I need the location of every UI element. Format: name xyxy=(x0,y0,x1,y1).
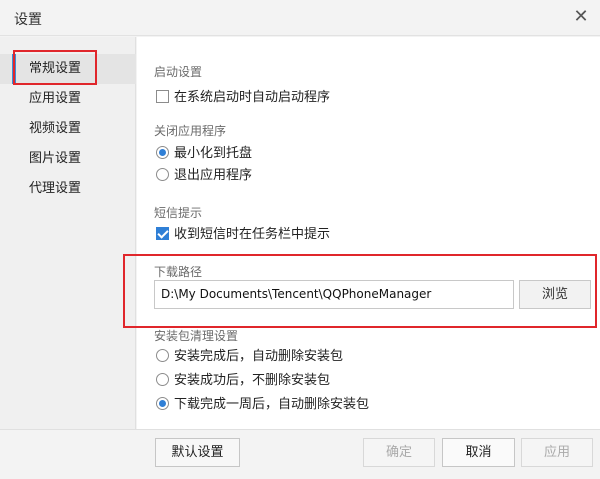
auto-start-checkbox[interactable]: 在系统启动时自动启动程序 xyxy=(156,89,330,107)
settings-sidebar: 常规设置 应用设置 视频设置 图片设置 代理设置 xyxy=(0,37,136,429)
radio-dot xyxy=(156,373,169,386)
checkbox-box xyxy=(156,227,169,240)
dialog-footer: 默认设置 确定 取消 应用 xyxy=(0,429,600,479)
delete-after-install-radio[interactable]: 安装完成后，自动删除安装包 xyxy=(156,348,343,366)
close-icon[interactable]: ✕ xyxy=(570,6,592,28)
sidebar-item-apps[interactable]: 应用设置 xyxy=(0,84,136,114)
checkbox-label: 收到短信时在任务栏中提示 xyxy=(174,227,331,242)
sidebar-item-images[interactable]: 图片设置 xyxy=(0,144,136,174)
checkbox-label: 在系统启动时自动启动程序 xyxy=(174,90,331,105)
delete-after-week-radio[interactable]: 下载完成一周后，自动删除安装包 xyxy=(156,396,369,414)
exit-app-radio[interactable]: 退出应用程序 xyxy=(156,167,252,185)
keep-after-install-radio[interactable]: 安装成功后，不删除安装包 xyxy=(156,372,330,390)
radio-label: 下载完成一周后，自动删除安装包 xyxy=(174,397,370,412)
sidebar-item-label: 代理设置 xyxy=(29,181,82,196)
window-title: 设置 xyxy=(14,12,42,28)
section-title-download: 下载路径 xyxy=(154,265,203,279)
sidebar-item-label: 图片设置 xyxy=(29,151,82,166)
radio-label: 最小化到托盘 xyxy=(174,146,253,161)
radio-label: 安装成功后，不删除安装包 xyxy=(174,373,331,388)
checkbox-box xyxy=(156,90,169,103)
default-settings-button[interactable]: 默认设置 xyxy=(155,438,240,467)
ok-button[interactable]: 确定 xyxy=(363,438,435,467)
radio-dot xyxy=(156,349,169,362)
radio-dot xyxy=(156,146,169,159)
radio-dot xyxy=(156,168,169,181)
sidebar-item-label: 视频设置 xyxy=(29,121,82,136)
sms-taskbar-checkbox[interactable]: 收到短信时在任务栏中提示 xyxy=(156,226,330,244)
browse-button[interactable]: 浏览 xyxy=(519,280,591,309)
sidebar-item-video[interactable]: 视频设置 xyxy=(0,114,136,144)
settings-content: 启动设置 在系统启动时自动启动程序 关闭应用程序 最小化到托盘 退出应用程序 短… xyxy=(137,37,600,429)
download-path-input[interactable]: D:\My Documents\Tencent\QQPhoneManager xyxy=(154,280,514,309)
section-title-startup: 启动设置 xyxy=(154,65,203,79)
section-title-cleanup: 安装包清理设置 xyxy=(154,329,239,343)
cancel-button[interactable]: 取消 xyxy=(442,438,515,467)
section-title-close-app: 关闭应用程序 xyxy=(154,124,227,138)
apply-button[interactable]: 应用 xyxy=(521,438,593,467)
sidebar-item-proxy[interactable]: 代理设置 xyxy=(0,174,136,204)
radio-dot xyxy=(156,397,169,410)
radio-label: 退出应用程序 xyxy=(174,168,253,183)
section-title-sms: 短信提示 xyxy=(154,206,203,220)
title-bar: 设置 ✕ xyxy=(0,0,600,36)
sidebar-item-label: 应用设置 xyxy=(29,91,82,106)
minimize-to-tray-radio[interactable]: 最小化到托盘 xyxy=(156,145,252,163)
radio-label: 安装完成后，自动删除安装包 xyxy=(174,349,344,364)
sidebar-item-label: 常规设置 xyxy=(29,61,82,76)
sidebar-item-general[interactable]: 常规设置 xyxy=(0,54,136,84)
